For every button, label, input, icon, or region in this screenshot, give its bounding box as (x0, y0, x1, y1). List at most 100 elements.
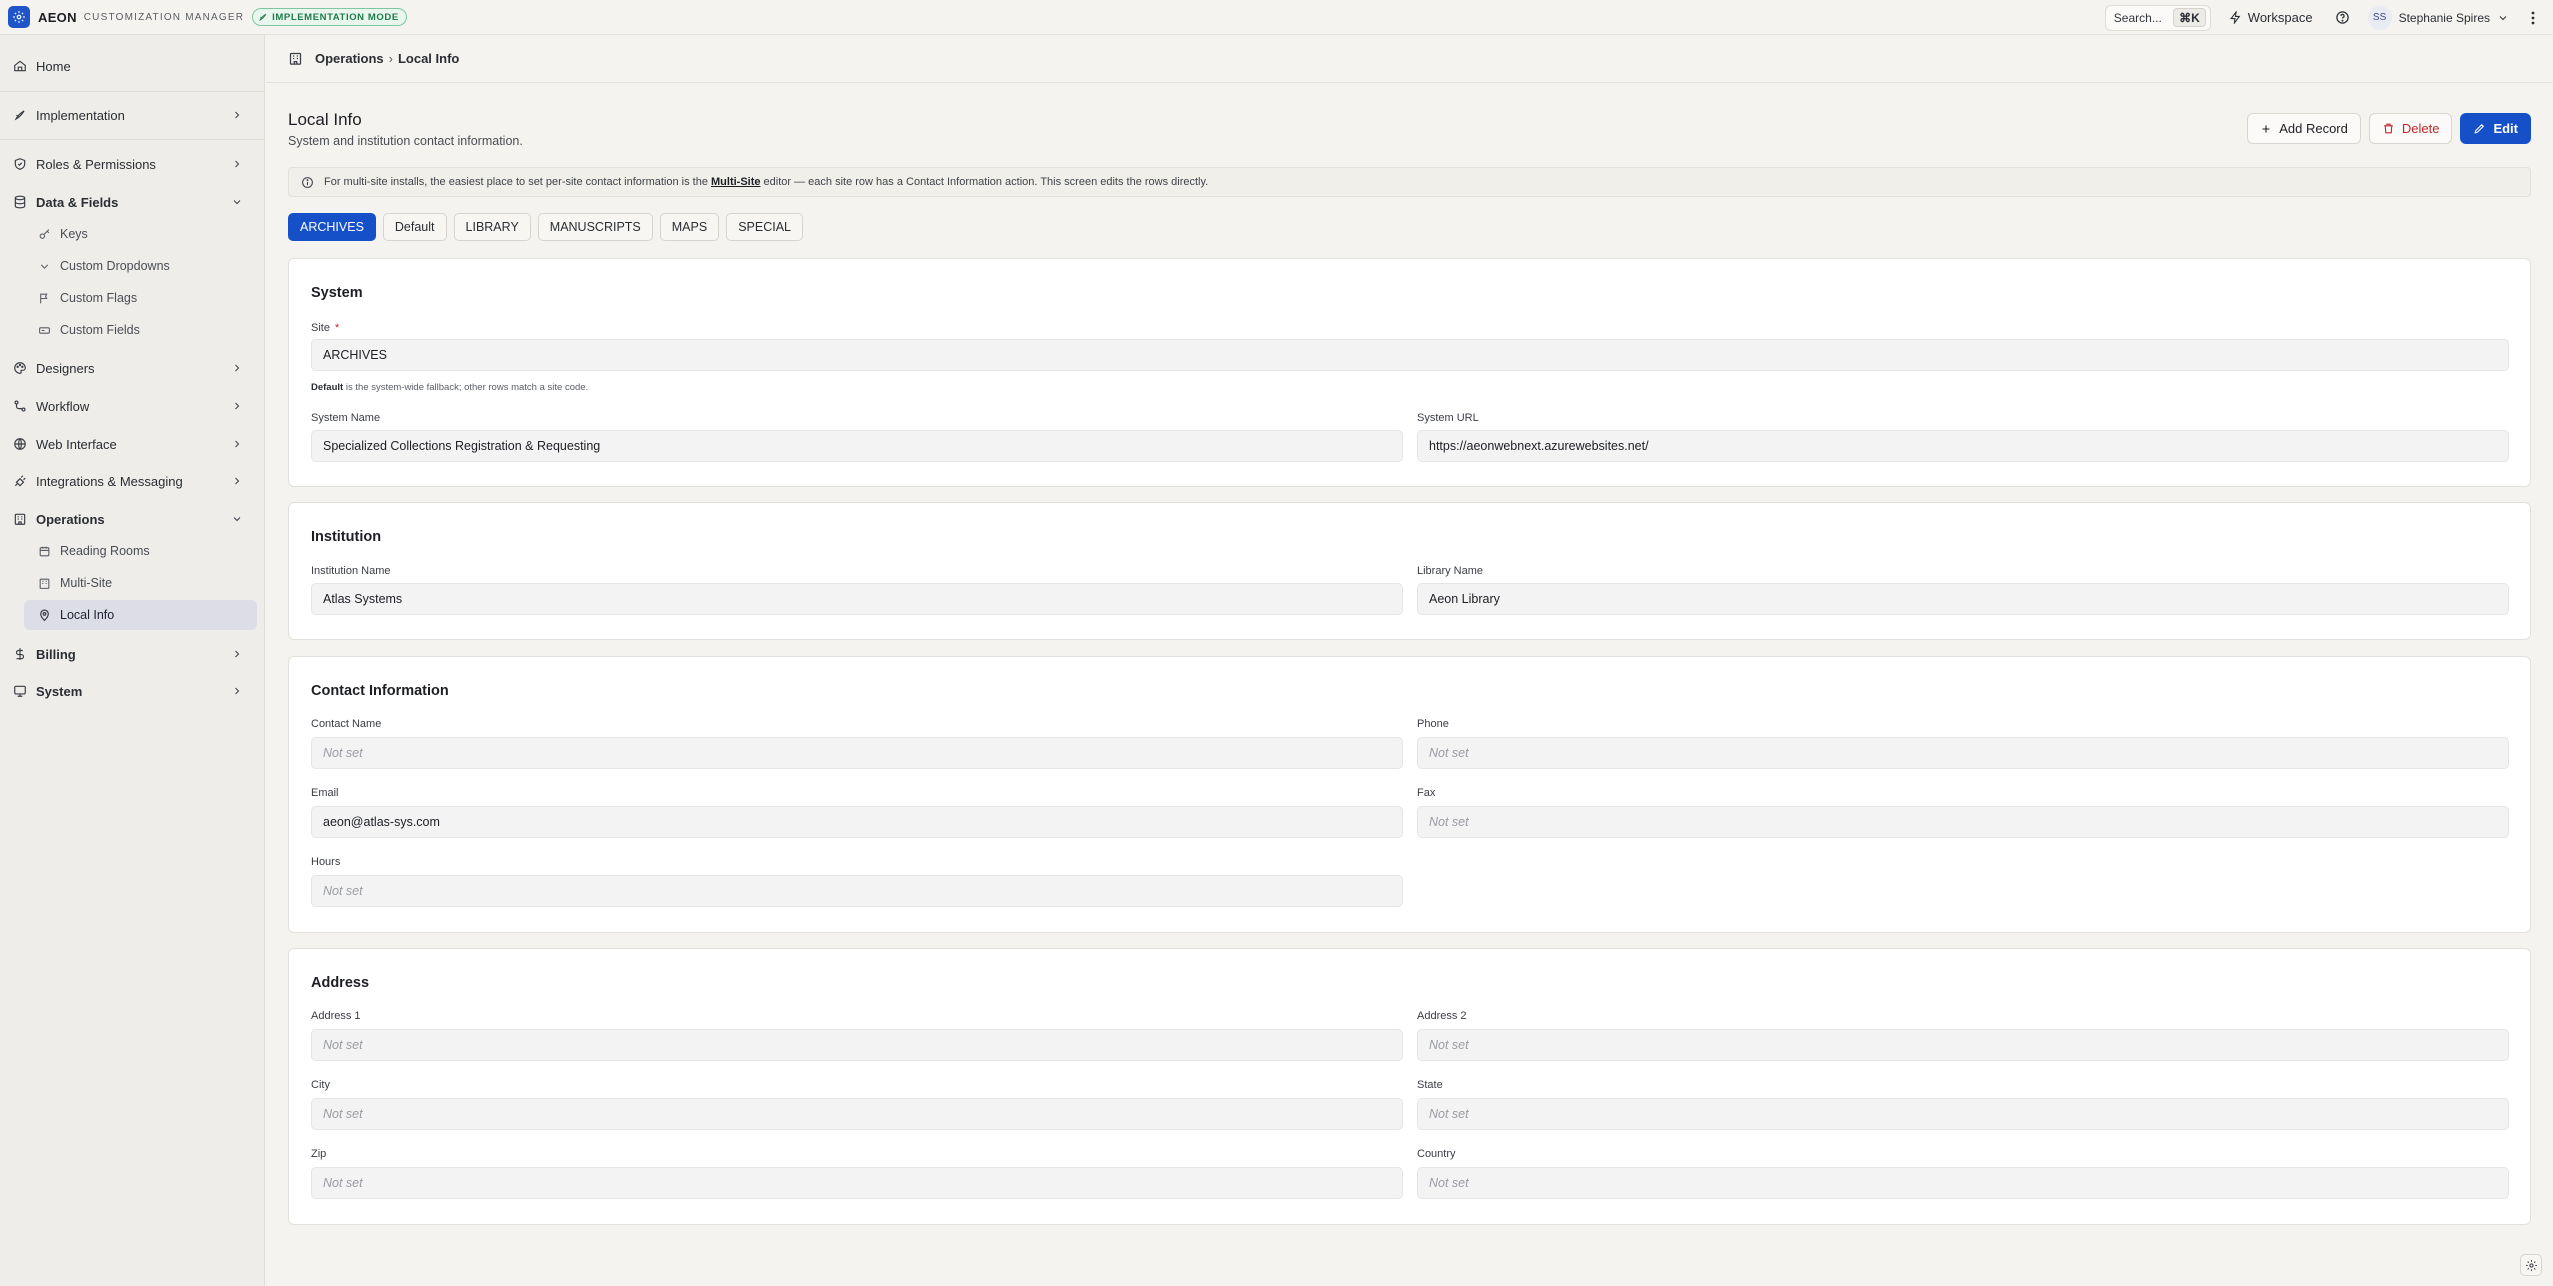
institution-name-field[interactable]: Atlas Systems (311, 583, 1403, 615)
shield-icon (13, 157, 27, 171)
institution-card: Institution Institution Name Atlas Syste… (288, 502, 2531, 640)
palette-icon (13, 361, 27, 375)
email-label: Email (311, 787, 339, 799)
address2-field[interactable]: Not set (1417, 1029, 2509, 1061)
tab-maps[interactable]: MAPS (659, 213, 720, 241)
search-label: Search... (2113, 10, 2162, 25)
sidebar-item-reading-rooms[interactable]: Reading Rooms (24, 536, 257, 566)
workspace-button[interactable]: Workspace (2229, 10, 2313, 25)
site-label-text: Site (311, 322, 330, 334)
delete-button[interactable]: Delete (2368, 113, 2453, 144)
sidebar-item-keys[interactable]: Keys (24, 219, 257, 249)
sidebar-item-label: Custom Flags (60, 291, 138, 305)
sidebar-item-home[interactable]: Home (13, 51, 257, 81)
address2-label: Address 2 (1417, 1010, 1467, 1022)
multi-site-link[interactable]: Multi-Site (711, 176, 761, 188)
system-name-field[interactable]: Specialized Collections Registration & R… (311, 430, 1403, 462)
edit-label: Edit (2493, 121, 2518, 136)
edit-button[interactable]: Edit (2460, 113, 2531, 144)
calendar-icon (37, 544, 51, 558)
sidebar-item-label: Local Info (60, 608, 115, 622)
chevron-right-icon (231, 648, 243, 660)
sidebar-item-label: Integrations & Messaging (36, 473, 183, 489)
site-field[interactable]: ARCHIVES (311, 339, 2509, 371)
tab-default[interactable]: Default (382, 213, 447, 241)
fax-field[interactable]: Not set (1417, 806, 2509, 838)
sidebar-item-operations[interactable]: Operations (13, 504, 257, 534)
sidebar-item-label: System (36, 683, 83, 699)
delete-label: Delete (2401, 121, 2440, 136)
avatar: SS (2367, 5, 2392, 30)
chevron-right-icon (231, 158, 243, 170)
library-name-field[interactable]: Aeon Library (1417, 583, 2509, 615)
breadcrumb-parent[interactable]: Operations (315, 51, 384, 66)
city-label: City (311, 1079, 330, 1091)
tab-manuscripts[interactable]: MANUSCRIPTS (537, 213, 653, 241)
building-icon (13, 512, 27, 526)
sidebar-item-label: Workflow (36, 398, 90, 414)
info-text: For multi-site installs, the easiest pla… (324, 176, 1208, 188)
sidebar-item-label: Roles & Permissions (36, 156, 156, 172)
phone-field[interactable]: Not set (1417, 737, 2509, 769)
chevron-down-icon (2499, 15, 2507, 20)
info-banner: For multi-site installs, the easiest pla… (288, 167, 2531, 197)
sidebar-item-label: Billing (36, 646, 76, 662)
sidebar-item-multi-site[interactable]: Multi-Site (24, 568, 257, 598)
sidebar-item-billing[interactable]: Billing (13, 639, 257, 669)
info-text-post: editor — each site row has a Contact Inf… (760, 176, 1209, 188)
sidebar-item-data-fields[interactable]: Data & Fields (13, 187, 257, 217)
tab-special[interactable]: SPECIAL (726, 213, 804, 241)
tab-library[interactable]: LIBRARY (453, 213, 531, 241)
contact-name-field[interactable]: Not set (311, 737, 1403, 769)
divider (0, 91, 265, 92)
sidebar-item-label: Home (36, 58, 71, 74)
sidebar-item-custom-flags[interactable]: Custom Flags (24, 283, 257, 313)
pencil-icon (2474, 123, 2485, 134)
user-name: Stephanie Spires (2398, 10, 2490, 25)
plug-icon (13, 474, 27, 488)
trash-icon (2384, 123, 2393, 134)
app-logo-icon[interactable] (8, 6, 30, 28)
sidebar-item-workflow[interactable]: Workflow (13, 391, 257, 421)
zip-label: Zip (311, 1148, 327, 1160)
workflow-icon (13, 399, 27, 413)
sidebar-item-roles[interactable]: Roles & Permissions (13, 149, 257, 179)
settings-gear-icon[interactable] (2520, 1254, 2542, 1276)
sidebar-item-local-info[interactable]: Local Info (24, 600, 257, 630)
rocket-icon (259, 13, 267, 21)
sidebar-item-label: Multi-Site (60, 576, 113, 590)
country-field[interactable]: Not set (1417, 1167, 2509, 1199)
address1-label: Address 1 (311, 1010, 361, 1022)
address-section-title: Address (311, 975, 370, 991)
system-url-field[interactable]: https://aeonwebnext.azurewebsites.net/ (1417, 430, 2509, 462)
mode-badge-label: IMPLEMENTATION MODE (272, 11, 399, 23)
city-field[interactable]: Not set (311, 1098, 1403, 1130)
hours-field[interactable]: Not set (311, 875, 1403, 907)
more-options-icon[interactable] (2531, 11, 2535, 25)
sidebar-item-label: Operations (36, 511, 105, 527)
sidebar-item-custom-dropdowns[interactable]: Custom Dropdowns (24, 251, 257, 281)
state-field[interactable]: Not set (1417, 1098, 2509, 1130)
sidebar-item-custom-fields[interactable]: Custom Fields (24, 315, 257, 345)
institution-name-label: Institution Name (311, 565, 391, 577)
country-label: Country (1417, 1148, 1456, 1160)
info-text-pre: For multi-site installs, the easiest pla… (324, 176, 711, 188)
sidebar-item-designers[interactable]: Designers (13, 353, 257, 383)
tab-archives[interactable]: ARCHIVES (288, 213, 376, 241)
sidebar-item-label: Custom Fields (60, 323, 140, 337)
search-shortcut: ⌘K (2173, 8, 2206, 27)
breadcrumb: Operations › Local Info (266, 35, 2553, 83)
sidebar-item-integrations[interactable]: Integrations & Messaging (13, 466, 257, 496)
user-menu[interactable]: SS Stephanie Spires (2367, 5, 2509, 30)
sidebar-item-web-interface[interactable]: Web Interface (13, 429, 257, 459)
help-icon[interactable] (2335, 10, 2350, 25)
address1-field[interactable]: Not set (311, 1029, 1403, 1061)
system-section-title: System (311, 285, 363, 301)
global-search-button[interactable]: Search... ⌘K (2104, 4, 2211, 31)
plus-icon (2262, 125, 2270, 132)
zip-field[interactable]: Not set (311, 1167, 1403, 1199)
email-field[interactable]: aeon@atlas-sys.com (311, 806, 1403, 838)
sidebar-item-system[interactable]: System (13, 676, 257, 706)
add-record-button[interactable]: Add Record (2247, 113, 2361, 144)
sidebar-item-implementation[interactable]: Implementation (13, 100, 257, 130)
